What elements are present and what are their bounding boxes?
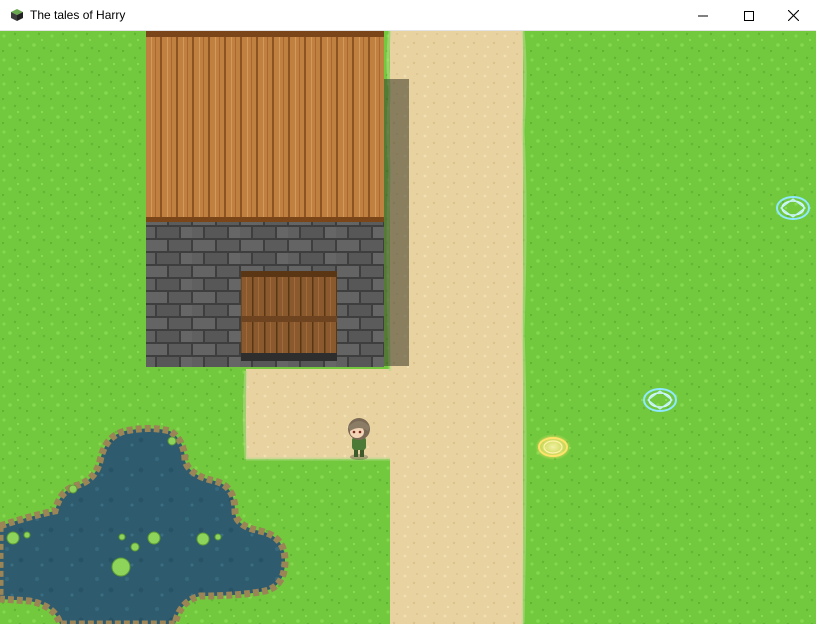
- minimize-icon: [698, 15, 708, 16]
- game-window: The tales of Harry: [0, 0, 816, 624]
- close-button[interactable]: [770, 0, 816, 31]
- minimize-button[interactable]: [680, 0, 726, 31]
- close-icon: [787, 10, 799, 21]
- house: [146, 31, 384, 367]
- house-roof: [146, 31, 384, 221]
- wooden-door[interactable]: [241, 271, 337, 358]
- game-cube-icon: [11, 9, 23, 21]
- game-map[interactable]: [0, 31, 816, 624]
- warp-circle-gold[interactable]: [535, 434, 571, 460]
- window-title: The tales of Harry: [30, 8, 126, 22]
- house-shadow: [384, 79, 409, 366]
- title-bar[interactable]: The tales of Harry: [0, 0, 816, 31]
- maximize-icon: [744, 10, 754, 21]
- maximize-button[interactable]: [726, 0, 772, 31]
